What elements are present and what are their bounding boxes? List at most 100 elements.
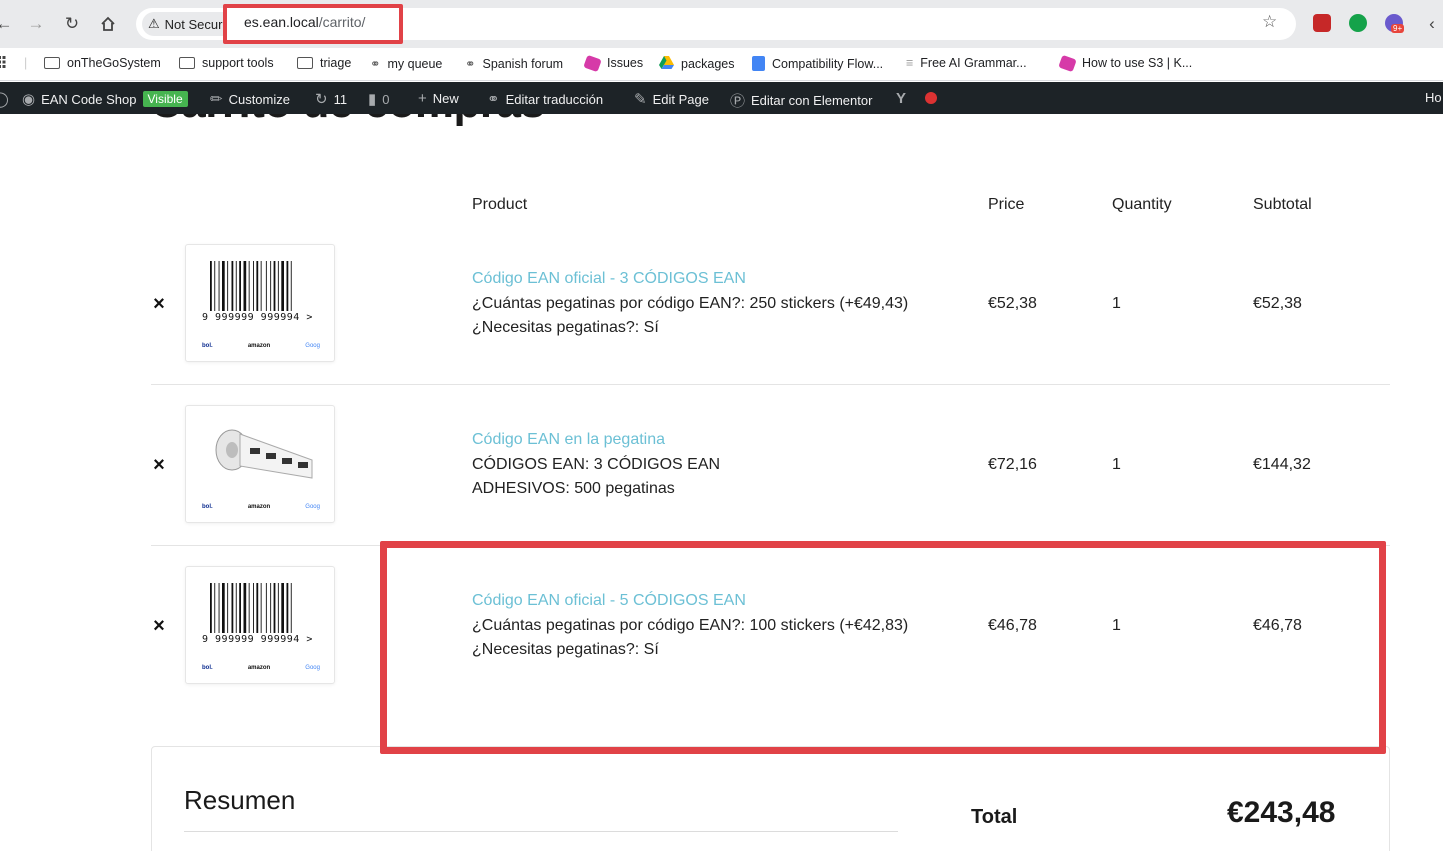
adminbar-howdy[interactable]: Ho bbox=[1425, 90, 1442, 105]
product-link[interactable]: Código EAN en la pegatina bbox=[472, 431, 665, 449]
url-text[interactable]: es.ean.local/carrito/ bbox=[244, 14, 365, 30]
adminbar-updates[interactable]: ↻ 11 bbox=[315, 90, 347, 108]
bookmark-free-ai-grammar[interactable]: ≡ Free AI Grammar... bbox=[906, 56, 1027, 70]
headset-icon: ⚭ bbox=[465, 57, 476, 71]
bookmark-my-queue[interactable]: ⚭ my queue bbox=[370, 56, 443, 72]
remove-item-button[interactable]: × bbox=[150, 615, 168, 638]
product-link[interactable]: Código EAN oficial - 5 CÓDIGOS EAN bbox=[472, 592, 746, 610]
bookmarks-divider: | bbox=[24, 56, 28, 70]
item-quantity[interactable]: 1 bbox=[1112, 617, 1121, 635]
item-quantity[interactable]: 1 bbox=[1112, 295, 1121, 313]
bookmark-label: packages bbox=[681, 57, 735, 71]
barcode-stripe bbox=[270, 583, 272, 633]
column-header-price: Price bbox=[988, 196, 1025, 213]
amazon-logo: amazon bbox=[247, 504, 271, 510]
remove-item-button[interactable]: × bbox=[150, 293, 168, 316]
barcode-stripe bbox=[277, 583, 279, 633]
bookmark-onthegosystem[interactable]: onTheGoSystem bbox=[44, 56, 161, 70]
remove-item-button[interactable]: × bbox=[150, 454, 168, 477]
yoast-icon[interactable]: Y bbox=[896, 90, 906, 107]
amazon-logo: amazon bbox=[247, 665, 271, 671]
chevron-left-icon[interactable]: ‹ bbox=[1420, 12, 1443, 36]
bookmark-how-to-use-s3[interactable]: How to use S3 | K... bbox=[1058, 54, 1193, 72]
adminbar-edit-page[interactable]: ✎ Edit Page bbox=[634, 90, 709, 108]
bookmark-label: How to use S3 | K... bbox=[1082, 56, 1193, 70]
barcode-stripe bbox=[253, 583, 254, 633]
grammarly-icon[interactable] bbox=[1349, 14, 1367, 32]
total-label: Total bbox=[971, 806, 1018, 828]
bookmark-label: Compatibility Flow... bbox=[772, 56, 884, 71]
bookmark-label: my queue bbox=[387, 56, 443, 71]
barcode-stripe bbox=[214, 583, 216, 633]
folder-icon bbox=[44, 57, 60, 69]
adminbar-customize[interactable]: ✏ Customize bbox=[210, 90, 290, 108]
column-header-subtotal: Subtotal bbox=[1253, 196, 1312, 213]
barcode-stripe bbox=[281, 261, 284, 311]
barcode-stripe bbox=[265, 583, 267, 633]
barcode-stripe bbox=[286, 583, 289, 633]
summary-divider bbox=[184, 831, 898, 832]
adminbar-elementor[interactable]: Ⓟ Editar con Elementor bbox=[730, 90, 872, 111]
product-meta-line: ¿Necesitas pegatinas?: Sí bbox=[472, 641, 659, 658]
barcode-stripe bbox=[243, 583, 247, 633]
product-link[interactable]: Código EAN oficial - 3 CÓDIGOS EAN bbox=[472, 270, 746, 288]
barcode-stripe bbox=[227, 261, 229, 311]
seo-status-dot-icon bbox=[925, 92, 937, 104]
barcode-stripe bbox=[256, 261, 259, 311]
barcode-stripe bbox=[265, 261, 267, 311]
barcode-stripe bbox=[235, 583, 237, 633]
back-arrow-icon[interactable]: ← bbox=[0, 12, 16, 36]
barcode-stripe bbox=[260, 583, 262, 633]
bookmark-support-tools[interactable]: support tools bbox=[179, 56, 274, 70]
amazon-logo: amazon bbox=[247, 343, 271, 349]
bookmark-issues[interactable]: Issues bbox=[583, 54, 643, 72]
google-logo: Goog bbox=[305, 343, 320, 349]
forward-arrow-icon[interactable]: → bbox=[24, 12, 48, 36]
column-header-product: Product bbox=[472, 196, 528, 213]
marketplace-logos: bol. amazon Goog bbox=[202, 343, 320, 349]
apps-grid-icon[interactable] bbox=[0, 56, 10, 68]
bookmark-star-icon[interactable]: ☆ bbox=[1262, 12, 1277, 32]
product-thumbnail[interactable]: bol. amazon Goog bbox=[185, 405, 335, 523]
item-quantity[interactable]: 1 bbox=[1112, 456, 1121, 474]
barcode-digits: 9 999999 999994 > bbox=[202, 312, 313, 323]
wordpress-logo-icon[interactable]: ◯ bbox=[0, 90, 9, 108]
extension-badge: 9+ bbox=[1391, 24, 1405, 33]
extension-red-icon[interactable] bbox=[1313, 14, 1331, 32]
extension-purple-icon[interactable]: 9+ bbox=[1385, 14, 1405, 33]
adminbar-translate[interactable]: ⚭ Editar traducción bbox=[487, 90, 603, 108]
bookmark-label: onTheGoSystem bbox=[67, 56, 161, 70]
adminbar-comments[interactable]: ▮ 0 bbox=[368, 90, 390, 108]
dashboard-icon: ◉ bbox=[22, 91, 36, 108]
product-meta-line: CÓDIGOS EAN: 3 CÓDIGOS EAN bbox=[472, 456, 721, 473]
total-value: €243,48 bbox=[1227, 796, 1336, 829]
adminbar-new[interactable]: + New bbox=[418, 90, 459, 107]
barcode-stripe bbox=[239, 583, 241, 633]
product-thumbnail[interactable]: 9 999999 999994 > bol. amazon Goog bbox=[185, 244, 335, 362]
barcode-stripe bbox=[273, 583, 276, 633]
bookmark-packages[interactable]: packages bbox=[659, 56, 735, 72]
drive-icon bbox=[659, 56, 674, 72]
barcode-stripe bbox=[286, 261, 289, 311]
bookmark-label: Spanish forum bbox=[482, 56, 564, 71]
home-icon[interactable] bbox=[96, 12, 120, 36]
adminbar-site-name[interactable]: ◉ EAN Code Shop Visible bbox=[22, 90, 188, 108]
product-thumbnail[interactable]: 9 999999 999994 > bol. amazon Goog bbox=[185, 566, 335, 684]
barcode-stripe bbox=[273, 261, 276, 311]
barcode-stripe bbox=[248, 583, 250, 633]
barcode-stripe bbox=[248, 261, 250, 311]
bookmark-triage[interactable]: triage bbox=[297, 56, 351, 70]
barcode-stripe bbox=[290, 261, 292, 311]
item-subtotal: €144,32 bbox=[1253, 456, 1311, 473]
barcode-image bbox=[210, 261, 292, 311]
bol-logo: bol. bbox=[202, 665, 213, 671]
barcode-stripe bbox=[210, 261, 212, 311]
barcode-stripe bbox=[214, 261, 216, 311]
url-host: es.ean.local bbox=[244, 14, 319, 30]
warning-icon: ⚠ bbox=[148, 16, 160, 31]
reload-icon[interactable]: ↻ bbox=[60, 12, 84, 36]
bookmark-spanish-forum[interactable]: ⚭ Spanish forum bbox=[465, 56, 564, 72]
bookmark-compatibility-flow[interactable]: Compatibility Flow... bbox=[752, 56, 883, 71]
headset-icon: ⚭ bbox=[370, 57, 381, 71]
barcode-stripe bbox=[256, 583, 259, 633]
